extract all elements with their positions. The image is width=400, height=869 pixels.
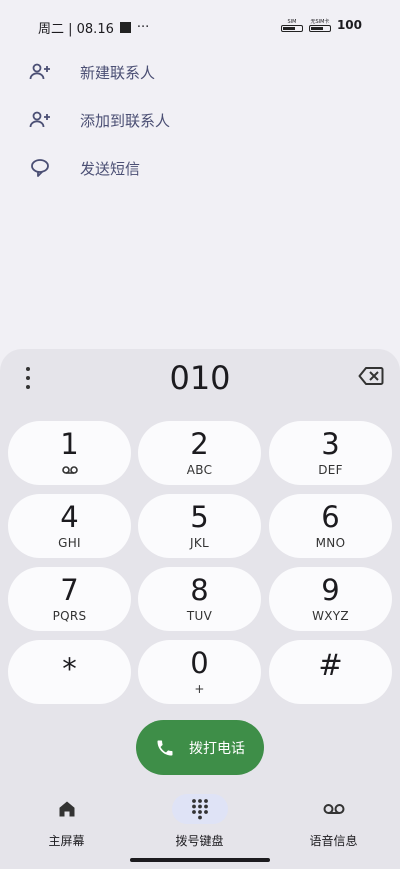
suggestion-label: 添加到联系人 bbox=[80, 111, 171, 130]
backspace-icon[interactable] bbox=[358, 365, 384, 387]
status-left: 周二 | 08.16 ··· bbox=[38, 18, 149, 37]
key-letters: + bbox=[194, 682, 205, 696]
nav-label: 语音信息 bbox=[309, 834, 358, 848]
key-digit: 9 bbox=[321, 573, 340, 607]
call-button[interactable]: 拨打电话 bbox=[136, 720, 264, 775]
nav-icon-container bbox=[171, 794, 228, 824]
dial-key-0[interactable]: 0 + bbox=[138, 640, 261, 704]
dial-key-4[interactable]: 4 GHI bbox=[8, 494, 131, 558]
nav-icon-container bbox=[39, 794, 95, 824]
status-right: SIM 无SIM卡 100 bbox=[280, 18, 362, 32]
key-letters: TUV bbox=[186, 609, 213, 623]
dial-key-3[interactable]: 3 DEF bbox=[269, 421, 392, 485]
key-digit: # bbox=[318, 648, 343, 682]
dialpad-icon bbox=[191, 799, 208, 820]
key-digit: 5 bbox=[190, 500, 209, 534]
key-digit: 0 bbox=[190, 646, 209, 680]
key-digit: 7 bbox=[60, 573, 79, 607]
nav-icon-container bbox=[306, 794, 362, 824]
dial-key-8[interactable]: 8 TUV bbox=[138, 567, 261, 631]
key-letters: MNO bbox=[315, 536, 346, 550]
key-letters: WXYZ bbox=[312, 609, 349, 623]
dial-key-1[interactable]: 1 bbox=[8, 421, 131, 485]
status-datetime: 周二 | 08.16 bbox=[38, 22, 114, 37]
message-bubble-icon bbox=[31, 159, 49, 177]
key-digit: 6 bbox=[321, 500, 340, 534]
suggestion-new-contact[interactable]: 新建联系人 bbox=[0, 48, 400, 96]
dial-key-2[interactable]: 2 ABC bbox=[138, 421, 261, 485]
key-digit: 4 bbox=[60, 500, 79, 534]
key-digit: 2 bbox=[190, 427, 209, 461]
key-letters: JKL bbox=[190, 536, 209, 550]
dial-key-hash[interactable]: # bbox=[269, 640, 392, 704]
nav-label: 主屏幕 bbox=[48, 834, 85, 848]
key-letters: ABC bbox=[186, 463, 213, 477]
suggestion-send-sms[interactable]: 发送短信 bbox=[0, 144, 400, 192]
status-bar: 周二 | 08.16 ··· SIM 无SIM卡 100 bbox=[0, 0, 400, 54]
dial-key-star[interactable]: * bbox=[8, 640, 131, 704]
sim2-label: 无SIM卡 bbox=[310, 18, 330, 25]
person-add-icon bbox=[29, 63, 50, 80]
key-letters: PQRS bbox=[52, 609, 87, 623]
sim1-label: SIM bbox=[287, 18, 297, 25]
status-more: ··· bbox=[136, 20, 150, 35]
dial-key-5[interactable]: 5 JKL bbox=[138, 494, 261, 558]
suggestion-label: 新建联系人 bbox=[80, 63, 156, 82]
nav-item-home[interactable]: 主屏幕 bbox=[0, 790, 133, 860]
dial-key-9[interactable]: 9 WXYZ bbox=[269, 567, 392, 631]
sim1-signal-icon: SIM bbox=[280, 18, 303, 32]
call-button-label: 拨打电话 bbox=[189, 740, 245, 757]
notification-icon bbox=[119, 22, 131, 33]
key-digit: 1 bbox=[60, 427, 79, 461]
dial-key-6[interactable]: 6 MNO bbox=[269, 494, 392, 558]
voicemail-icon bbox=[61, 466, 78, 474]
person-add-icon bbox=[29, 111, 50, 128]
key-letters: DEF bbox=[318, 463, 343, 477]
battery-level: 100 bbox=[336, 18, 362, 32]
suggestion-add-to-contact[interactable]: 添加到联系人 bbox=[0, 96, 400, 144]
key-digit: * bbox=[62, 652, 77, 686]
nav-label: 拨号键盘 bbox=[175, 834, 224, 848]
key-digit: 3 bbox=[321, 427, 340, 461]
key-letters: GHI bbox=[58, 536, 81, 550]
voicemail-icon bbox=[323, 804, 344, 814]
dialed-number: 010 bbox=[169, 359, 231, 397]
dial-key-7[interactable]: 7 PQRS bbox=[8, 567, 131, 631]
home-icon bbox=[59, 801, 74, 817]
phone-icon bbox=[157, 740, 173, 755]
nav-item-dialpad[interactable]: 拨号键盘 bbox=[133, 790, 266, 860]
sim2-signal-icon: 无SIM卡 bbox=[308, 18, 331, 32]
key-digit: 8 bbox=[190, 573, 209, 607]
suggestion-label: 发送短信 bbox=[80, 159, 141, 178]
home-indicator[interactable] bbox=[130, 858, 270, 862]
nav-item-voicemail[interactable]: 语音信息 bbox=[267, 790, 400, 860]
